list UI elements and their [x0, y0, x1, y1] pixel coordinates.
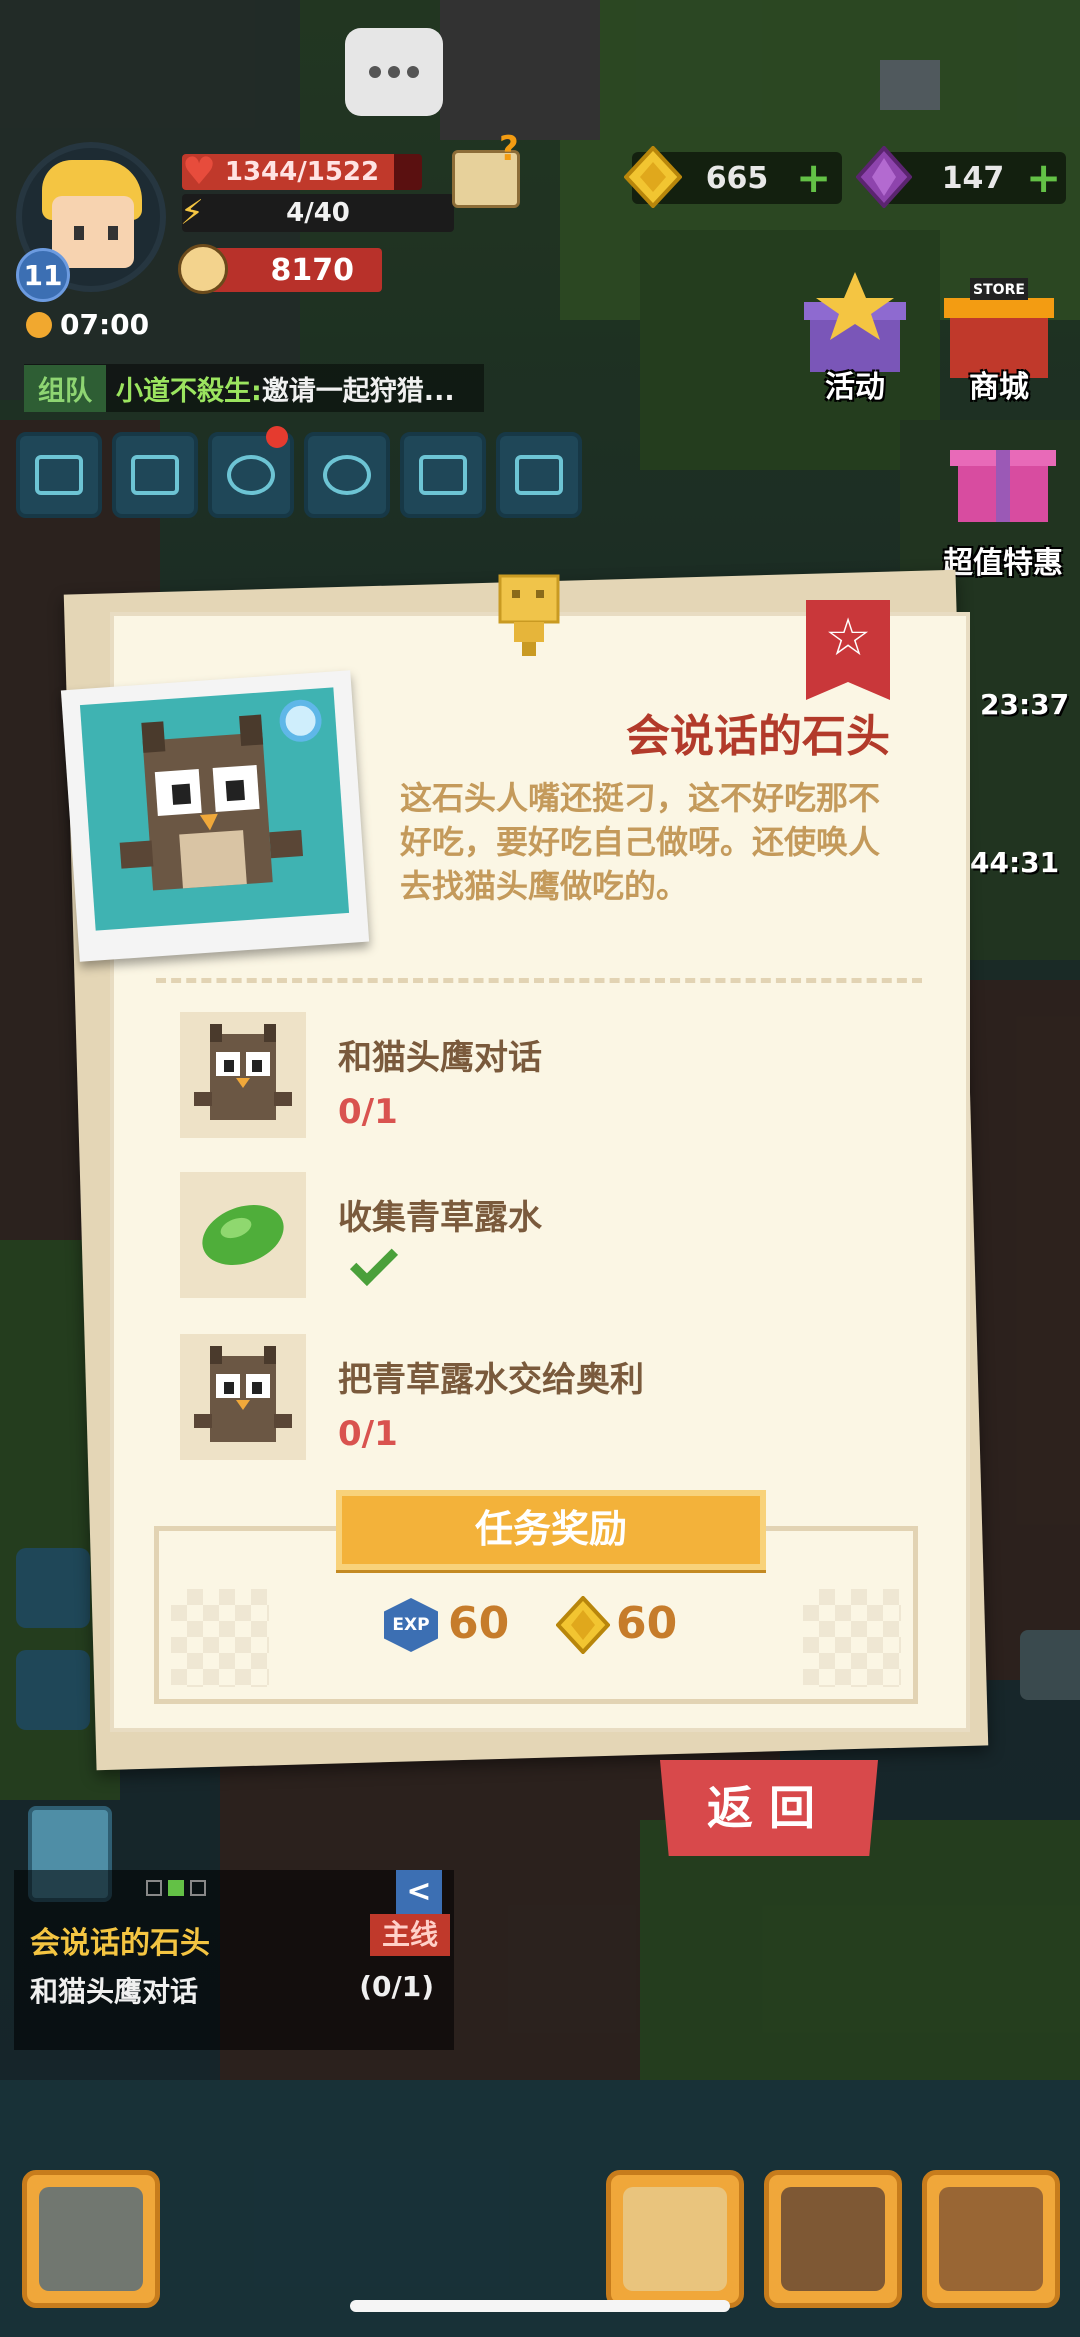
chat-bubble-button[interactable]	[345, 28, 443, 116]
add-gem-button[interactable]: +	[1026, 156, 1061, 200]
dashed-divider	[156, 978, 922, 983]
quest-task-item: 收集青草露水	[180, 1172, 900, 1302]
book-icon[interactable]	[452, 129, 520, 208]
power-fist-icon	[178, 244, 228, 294]
mail-button[interactable]	[112, 432, 198, 518]
map-icon	[419, 455, 467, 495]
hammer-icon	[39, 2187, 143, 2291]
tracker-progress: (0/1)	[359, 1970, 434, 2003]
map-button[interactable]	[400, 432, 486, 518]
character-icon	[623, 2187, 727, 2291]
page-dot	[190, 1880, 206, 1896]
quest-task-item: 把青草露水交给奥利 0/1	[180, 1334, 900, 1464]
dot-icon	[407, 66, 419, 78]
dot-icon	[369, 66, 381, 78]
energy-bar: 4/40	[182, 194, 454, 232]
activity-button[interactable]: 活动	[796, 268, 914, 405]
task-progress: 0/1	[338, 1092, 398, 1132]
activity-label: 活动	[825, 370, 885, 405]
avatar-eye	[74, 226, 84, 240]
exp-reward-value: 60	[448, 1598, 510, 1649]
clock-text: 07:00	[60, 308, 150, 341]
page-dot	[146, 1880, 162, 1896]
owl-icon	[194, 1346, 292, 1442]
expand-icon	[35, 455, 83, 495]
deal-gift-icon	[950, 450, 1056, 522]
quest-title: 会说话的石头	[626, 711, 890, 762]
fullscreen-button[interactable]	[16, 432, 102, 518]
gold-reward-value: 60	[616, 1598, 678, 1649]
quest-type-badge: 主线	[370, 1914, 450, 1956]
npc-portrait	[60, 670, 370, 962]
owl-icon	[194, 1024, 292, 1120]
task-name: 把青草露水交给奥利	[338, 1360, 644, 1400]
deal-button[interactable]: 超值特惠	[943, 430, 1063, 581]
location-button[interactable]	[16, 1650, 90, 1730]
chat-tag: 组队	[24, 364, 106, 412]
heart-icon: ♥	[182, 149, 217, 193]
pushpin-icon	[498, 574, 560, 656]
quest-description: 这石头人嘴还挺刁，这不好吃那不好吃，要好吃自己做呀。还使唤人去找猫头鹰做吃的。	[400, 779, 881, 905]
chat-sender: 小道不殺生:	[116, 375, 262, 407]
task-thumbnail	[180, 1012, 306, 1138]
store-label: 商城	[969, 370, 1029, 405]
game-clock: 07:00	[26, 308, 149, 341]
home-button[interactable]	[16, 1548, 90, 1628]
event-timer: 44:31	[970, 846, 1060, 879]
sun-icon	[26, 311, 52, 338]
checkmark-icon	[349, 1237, 399, 1287]
level-badge: 11	[16, 248, 70, 302]
dot-icon	[388, 66, 400, 78]
store-sign: STORE	[973, 282, 1025, 298]
quest-task-item: 和猫头鹰对话 0/1	[180, 1012, 900, 1142]
task-name: 收集青草露水	[338, 1198, 542, 1238]
quest-tracker[interactable]: < 会说话的石头 主线 和猫头鹰对话 (0/1)	[14, 1870, 454, 2050]
craft-button[interactable]	[22, 2170, 160, 2308]
notification-dot	[266, 426, 288, 448]
pets-button[interactable]	[764, 2170, 902, 2308]
gold-coin-icon	[624, 146, 682, 208]
gold-coin-icon	[556, 1596, 610, 1654]
character-button[interactable]	[606, 2170, 744, 2308]
page-dot-active	[168, 1880, 184, 1896]
id-card-icon	[515, 455, 563, 495]
task-thumbnail	[180, 1172, 306, 1298]
task-name: 和猫头鹰对话	[338, 1038, 542, 1078]
green-leaf-icon	[202, 1205, 284, 1265]
avatar-eye	[108, 226, 118, 240]
chat-icon	[323, 455, 371, 495]
chat-button[interactable]	[304, 432, 390, 518]
chat-message: 邀请一起狩猎...	[261, 375, 455, 407]
tracker-task: 和猫头鹰对话	[30, 1975, 199, 2008]
task-thumbnail	[180, 1334, 306, 1460]
side-panel-toggle[interactable]	[1020, 1630, 1080, 1700]
portrait-image	[79, 687, 350, 931]
home-indicator[interactable]	[350, 2300, 730, 2312]
collapse-button[interactable]: <	[396, 1870, 442, 1914]
task-progress: 0/1	[338, 1414, 398, 1454]
backpack-icon	[939, 2187, 1043, 2291]
star-icon: ☆	[824, 608, 872, 668]
pets-icon	[781, 2187, 885, 2291]
store-button[interactable]: STORE 商城	[940, 268, 1058, 405]
team-chat-line[interactable]: 组队 小道不殺生: 邀请一起狩猎...	[24, 364, 484, 412]
add-gold-button[interactable]: +	[796, 156, 831, 200]
tracker-title: 会说话的石头	[30, 1926, 210, 1961]
checker-pattern	[803, 1589, 901, 1687]
backpack-button[interactable]	[922, 2170, 1060, 2308]
purple-gem-icon	[856, 146, 912, 208]
avatar-face	[52, 196, 134, 268]
lightning-icon: ⚡	[180, 193, 204, 233]
id-card-button[interactable]	[496, 432, 582, 518]
checker-pattern	[171, 1589, 269, 1687]
friends-icon	[227, 455, 275, 495]
page-dots	[146, 1880, 206, 1896]
mail-icon	[131, 455, 179, 495]
reward-header: 任务奖励	[336, 1490, 766, 1570]
event-timer: 23:37	[980, 688, 1070, 721]
back-button[interactable]: 返回	[660, 1760, 878, 1856]
